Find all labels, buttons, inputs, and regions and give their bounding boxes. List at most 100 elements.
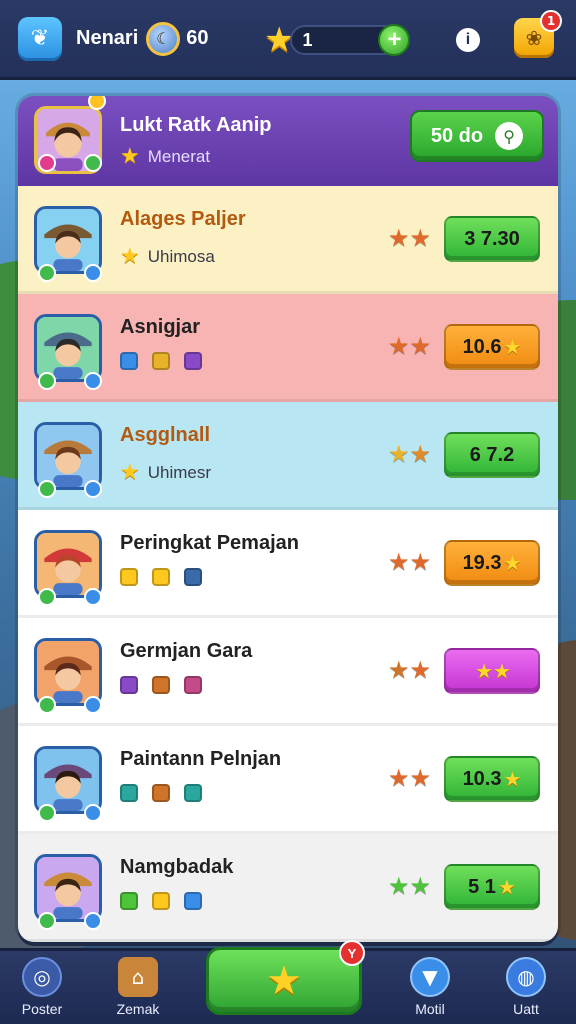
coin-count: 60 (186, 27, 209, 49)
info-button[interactable]: i (456, 28, 480, 52)
star-icon: ★ (120, 244, 140, 269)
player-rating: ★ ★ (388, 224, 431, 252)
gift-button[interactable]: ❀ 1 (514, 10, 562, 58)
player-subtitle-text: Uhimosa (147, 246, 215, 266)
player-name: Alages Paljer (120, 208, 246, 230)
player-rating: ★ ★ (388, 656, 431, 684)
player-score-button[interactable]: 19.3 ★ (444, 540, 540, 586)
player-score-button[interactable]: 10.6 ★ (444, 324, 540, 370)
player-subtitle: ★ Uhimosa (120, 244, 215, 269)
shield-icon: ▼ (410, 957, 450, 997)
rating-star-icon: ★ (388, 872, 410, 900)
gift-icon: ❀ (525, 26, 543, 50)
rating-star-icon: ★ (409, 764, 432, 792)
gem-icon (120, 568, 138, 586)
nav-item-zemak[interactable]: ⌂ Zemak (98, 957, 178, 1017)
gem-icon (152, 676, 170, 694)
nav-item-poster[interactable]: ◎ Poster (2, 957, 82, 1017)
player-score: 3 7.30 (464, 227, 520, 250)
gem-icon (152, 568, 170, 586)
rating-star-icon: ★ (409, 224, 432, 252)
gem-icon (152, 352, 170, 370)
magnifier-icon: ⚲ (495, 122, 524, 150)
player-score-button[interactable]: 3 7.30 (444, 216, 540, 262)
leaderboard-row[interactable]: Asgglnall ★ Uhimesr ★ ★ 6 7.2 (18, 402, 558, 510)
avatar-badge (84, 372, 102, 390)
rating-star-icon: ★ (388, 548, 410, 576)
avatar-star-badge (88, 96, 106, 110)
avatar-badge (38, 588, 56, 606)
house-icon: ⌂ (118, 957, 158, 997)
header-button-label: 50 do (430, 124, 484, 147)
leaderboard-row[interactable]: Peringkat Pemajan ★ ★ 19.3 ★ (18, 510, 558, 618)
header-subtitle-text: Menerat (147, 146, 211, 166)
leaderboard-row[interactable]: Namgbadak ★ ★ 5 1 ★ (18, 834, 558, 942)
avatar-badge (38, 696, 56, 714)
avatar-badge (84, 804, 102, 822)
player-score-button[interactable]: ★★ (444, 648, 540, 694)
nav-label: Uatt (513, 1001, 539, 1017)
leaderboard-row[interactable]: Paintann Pelnjan ★ ★ 10.3 ★ (18, 726, 558, 834)
avatar-badge (38, 372, 56, 390)
header-search-button[interactable]: 50 do ⚲ (410, 110, 544, 162)
player-score-button[interactable]: 10.3 ★ (444, 756, 540, 802)
player-subtitle-text: Uhimesr (147, 462, 212, 482)
bottom-nav: ◎ Poster ⌂ Zemak ★ Y ▼ Motil ◍ Uatt (0, 940, 576, 1024)
player-score-button[interactable]: 6 7.2 (444, 432, 540, 478)
nav-item-uatt[interactable]: ◍ Uatt (486, 957, 566, 1017)
gem-icon (152, 784, 170, 802)
info-label: i (465, 31, 471, 48)
player-name: Peringkat Pemajan (120, 532, 299, 554)
avatar-badge (38, 912, 56, 930)
globe-icon: ◍ (506, 957, 546, 997)
nav-label: Poster (21, 1001, 63, 1017)
avatar-badge (38, 264, 56, 282)
rating-star-icon: ★ (388, 656, 410, 684)
rating-star-icon: ★ (409, 656, 432, 684)
star-icon: ★ (120, 144, 140, 169)
rating-star-icon: ★ (409, 440, 432, 468)
leaderboard-row[interactable]: Asnigjar ★ ★ 10.6 ★ (18, 294, 558, 402)
player-rating: ★ ★ (388, 548, 431, 576)
player-subtitle (120, 676, 216, 694)
player-rating: ★ ★ (388, 440, 431, 468)
player-rating: ★ ★ (388, 764, 431, 792)
avatar-badge (38, 804, 56, 822)
gem-icon (120, 352, 138, 370)
gem-icon (184, 676, 202, 694)
gem-icon (152, 892, 170, 910)
rating-star-icon: ★ (409, 548, 432, 576)
player-score: 6 7.2 (469, 443, 515, 466)
player-subtitle (120, 352, 216, 370)
rating-star-icon: ★ (409, 872, 432, 900)
level-value: 1 (302, 29, 313, 50)
gem-icon (184, 568, 202, 586)
leaderboard-row[interactable]: Germjan Gara ★ ★ ★★ (18, 618, 558, 726)
avatar-badge (84, 264, 102, 282)
player-subtitle (120, 892, 216, 910)
rating-star-icon: ★ (388, 224, 410, 252)
leaderboard-header: Lukt Ratk Aanip ★ Menerat 50 do ⚲ (18, 96, 558, 186)
header-title: Lukt Ratk Aanip (120, 114, 272, 136)
score-star-icon: ★★ (475, 659, 511, 683)
menu-button[interactable]: ❦ (18, 16, 62, 61)
player-score: 19.3 (462, 551, 502, 574)
score-star-icon: ★ (497, 875, 516, 899)
nav-label: Motil (415, 1001, 445, 1017)
rating-star-icon: ★ (388, 332, 410, 360)
player-score: 10.6 (462, 335, 502, 358)
nav-item-motil[interactable]: ▼ Motil (390, 957, 470, 1017)
leaderboard-row[interactable]: Alages Paljer ★ Uhimosa ★ ★ 3 7.30 (18, 186, 558, 294)
player-name: Nenari (76, 27, 139, 49)
header-subtitle: ★ Menerat (120, 144, 210, 169)
add-button[interactable]: + (378, 24, 411, 56)
avatar-badge (38, 480, 56, 498)
player-name: Namgbadak (120, 856, 234, 878)
leaderboard-panel: Lukt Ratk Aanip ★ Menerat 50 do ⚲ Alages… (18, 96, 558, 942)
player-rating: ★ ★ (388, 332, 431, 360)
score-star-icon: ★ (503, 767, 522, 791)
play-button[interactable]: ★ Y (206, 940, 365, 1015)
player-score-button[interactable]: 5 1 ★ (444, 864, 540, 910)
avatar-badge (84, 588, 102, 606)
player-subtitle (120, 568, 216, 586)
